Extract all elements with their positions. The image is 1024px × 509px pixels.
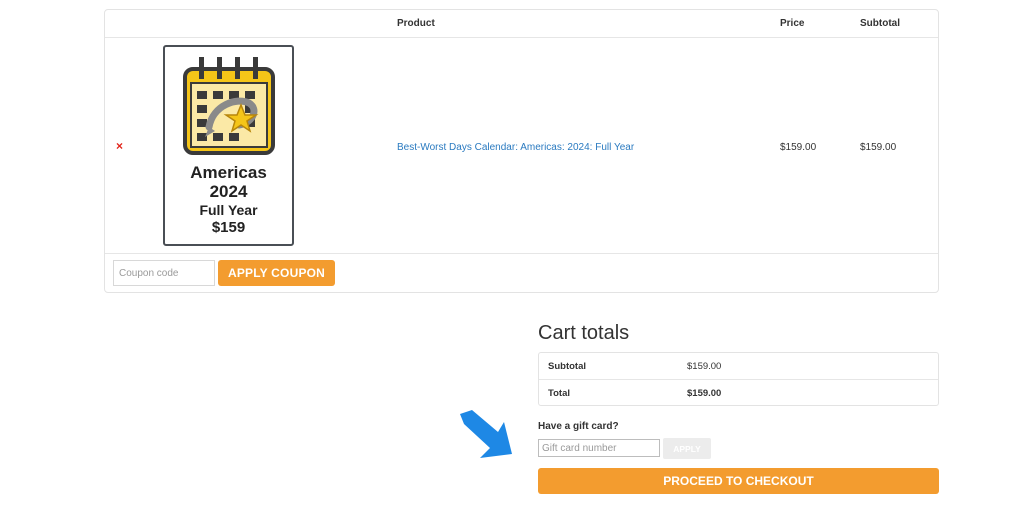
header-product: Product: [397, 18, 435, 29]
totals-row-subtotal: Subtotal $159.00: [539, 353, 938, 380]
product-name-link[interactable]: Best-Worst Days Calendar: Americas: 2024…: [397, 142, 634, 153]
cart-table: Product Price Subtotal × Americas 2024 F…: [104, 9, 939, 293]
arrow-icon: [460, 410, 512, 458]
apply-coupon-button[interactable]: APPLY COUPON: [218, 260, 335, 286]
thumb-price: $159: [211, 219, 246, 236]
gift-card-input[interactable]: [538, 439, 660, 457]
totals-subtotal-label: Subtotal: [548, 361, 586, 372]
header-price: Price: [780, 18, 805, 29]
cart-table-header: Product Price Subtotal: [105, 10, 938, 38]
table-row: × Americas 2024 Full Year $159 Best-Wors…: [105, 38, 938, 254]
thumb-period: Full Year: [199, 202, 258, 218]
gift-card-question: Have a gift card?: [538, 421, 619, 432]
calendar-icon: [183, 57, 275, 155]
remove-item-button[interactable]: ×: [116, 139, 123, 153]
header-subtotal: Subtotal: [860, 18, 900, 29]
product-thumbnail[interactable]: Americas 2024 Full Year $159: [163, 45, 294, 246]
item-price: $159.00: [780, 142, 817, 153]
apply-gift-card-button[interactable]: APPLY: [663, 438, 711, 459]
coupon-code-input[interactable]: [113, 260, 215, 286]
totals-total-value: $159.00: [687, 388, 722, 399]
totals-row-total: Total $159.00: [539, 380, 938, 407]
cart-totals-title: Cart totals: [538, 322, 630, 344]
item-subtotal: $159.00: [860, 142, 897, 153]
thumb-year: 2024: [209, 182, 248, 201]
totals-total-label: Total: [548, 388, 570, 399]
totals-subtotal-value: $159.00: [687, 361, 722, 372]
proceed-to-checkout-button[interactable]: PROCEED TO CHECKOUT: [538, 468, 939, 494]
cart-totals-table: Subtotal $159.00 Total $159.00: [538, 352, 939, 406]
thumb-region: Americas: [190, 163, 267, 182]
